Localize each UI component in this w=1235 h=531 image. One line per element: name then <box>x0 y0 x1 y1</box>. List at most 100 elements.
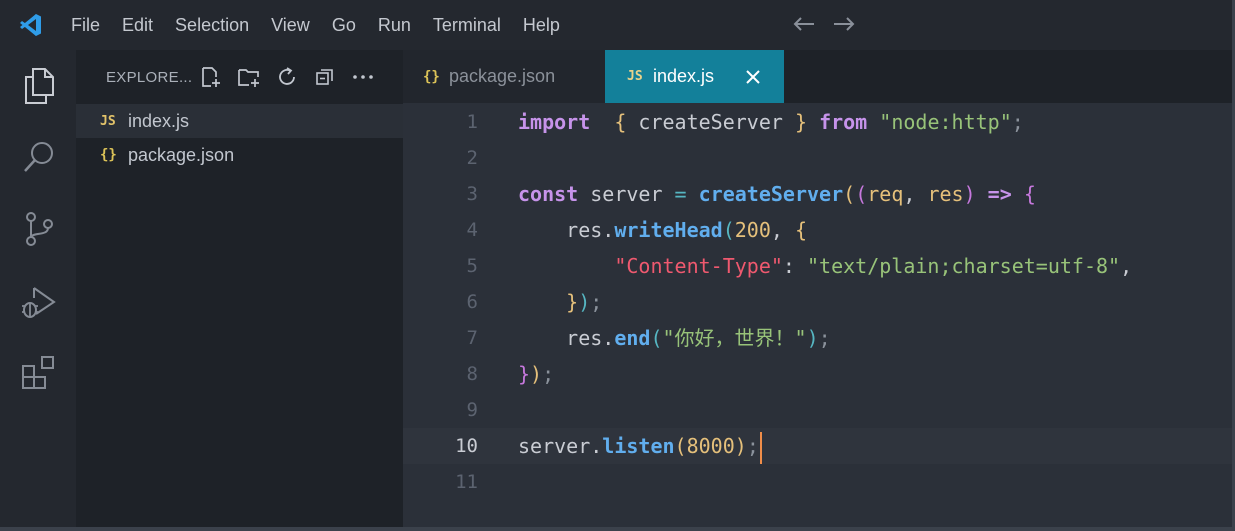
code-token: "你好，世界！" <box>662 326 807 350</box>
code-token: ) <box>963 182 976 206</box>
menu-item-help[interactable]: Help <box>512 0 571 50</box>
code-token: createServer <box>698 182 844 206</box>
code-token: const <box>518 182 579 206</box>
new-file-icon[interactable] <box>198 64 224 90</box>
code-text: }); <box>518 284 602 320</box>
text-cursor <box>759 431 762 464</box>
code-line[interactable]: 1 import { createServer } from "node:http… <box>403 104 1232 140</box>
line-number: 11 <box>455 471 478 493</box>
code-line[interactable]: 3 const server = createServer((req, res) … <box>403 176 1232 212</box>
explorer-files-icon[interactable] <box>18 65 60 107</box>
menu-item-run[interactable]: Run <box>367 0 422 50</box>
code-editor[interactable]: 1 import { createServer } from "node:http… <box>403 103 1232 527</box>
line-number: 8 <box>466 363 478 385</box>
new-folder-icon[interactable] <box>236 64 262 90</box>
editor-tabs: {} package.json JS index.js <box>403 50 1232 103</box>
code-token: 200 <box>734 218 771 242</box>
more-actions-icon[interactable] <box>350 64 376 90</box>
window-border-bottom <box>0 527 1235 531</box>
code-token: server <box>578 182 675 206</box>
code-line[interactable]: 10 server.listen(8000); <box>403 428 1232 464</box>
menu-item-terminal[interactable]: Terminal <box>422 0 512 50</box>
line-number: 10 <box>455 435 478 457</box>
refresh-icon[interactable] <box>274 64 300 90</box>
menu-item-go[interactable]: Go <box>321 0 367 50</box>
code-text: res.end("你好，世界！"); <box>518 320 831 356</box>
code-token: ( <box>855 182 868 206</box>
code-token: ; <box>1011 110 1024 134</box>
menu-item-selection[interactable]: Selection <box>164 0 260 50</box>
code-text: server.listen(8000); <box>518 428 762 464</box>
code-token: ) <box>734 434 747 458</box>
code-line[interactable]: 2 <box>403 140 1232 176</box>
code-token: createServer <box>626 110 795 134</box>
forward-arrow-icon[interactable] <box>832 12 856 36</box>
close-tab-icon[interactable] <box>742 66 764 88</box>
code-token: ( <box>843 182 856 206</box>
tab-index-js[interactable]: JS index.js <box>605 50 784 103</box>
line-number: 2 <box>466 147 478 169</box>
line-number: 1 <box>466 111 478 133</box>
menu-item-file[interactable]: File <box>60 0 111 50</box>
code-token: "Content-Type" <box>614 254 783 278</box>
code-token: 8000 <box>686 434 735 458</box>
code-token: writeHead <box>614 218 723 242</box>
back-arrow-icon[interactable] <box>792 12 816 36</box>
code-token: : <box>782 254 807 278</box>
code-token: , <box>1120 254 1133 278</box>
explorer-sidebar: EXPLORE... JS index.js {} package.json <box>76 50 403 527</box>
tab-label: package.json <box>449 66 556 86</box>
tab-label: index.js <box>653 66 715 86</box>
explorer-title: EXPLORE... <box>106 68 193 86</box>
code-token: ; <box>818 326 831 350</box>
file-name: index.js <box>128 110 190 131</box>
line-number: 6 <box>466 291 478 313</box>
code-text: import { createServer } from "node:http"… <box>518 104 1024 140</box>
code-token: listen <box>602 434 675 458</box>
vscode-logo-icon <box>0 0 60 50</box>
code-line[interactable]: 11 <box>403 464 1232 500</box>
menu-bar: File Edit Selection View Go Run Terminal Help <box>60 0 571 50</box>
json-file-icon: {} <box>423 68 440 85</box>
code-token: res. <box>518 326 615 350</box>
tab-package-json[interactable]: {} package.json <box>403 50 605 103</box>
menu-item-edit[interactable]: Edit <box>111 0 164 50</box>
code-line[interactable]: 9 <box>403 392 1232 428</box>
menu-item-view[interactable]: View <box>260 0 321 50</box>
explorer-header: EXPLORE... <box>76 50 403 104</box>
code-token: server. <box>518 434 603 458</box>
code-line[interactable]: 4 res.writeHead(200, { <box>403 212 1232 248</box>
file-item[interactable]: {} package.json <box>76 138 403 172</box>
code-line[interactable]: 7 res.end("你好，世界！"); <box>403 320 1232 356</box>
run-debug-icon[interactable] <box>18 280 60 322</box>
code-token: ) <box>806 326 819 350</box>
source-control-icon[interactable] <box>18 208 60 250</box>
javascript-file-icon: JS <box>100 113 116 129</box>
code-token: from <box>819 110 868 134</box>
line-number: 9 <box>466 399 478 421</box>
collapse-all-icon[interactable] <box>312 64 338 90</box>
javascript-file-icon: JS <box>627 69 643 84</box>
json-file-icon: {} <box>100 147 117 163</box>
code-token: "text/plain;charset=utf-8" <box>807 254 1121 278</box>
activity-bar <box>0 50 76 531</box>
search-icon[interactable] <box>18 136 60 178</box>
code-line[interactable]: 5 "Content-Type": "text/plain;charset=ut… <box>403 248 1232 284</box>
code-token: req <box>867 182 904 206</box>
code-token: ) <box>578 290 591 314</box>
code-text: res.writeHead(200, { <box>518 212 807 248</box>
code-line[interactable]: 6 }); <box>403 284 1232 320</box>
code-text: "Content-Type": "text/plain;charset=utf-… <box>518 248 1132 284</box>
extensions-icon[interactable] <box>18 352 60 394</box>
code-token: { <box>1023 182 1036 206</box>
code-line[interactable]: 8}); <box>403 356 1232 392</box>
code-token: ; <box>542 362 555 386</box>
line-number: 7 <box>466 327 478 349</box>
file-item[interactable]: JS index.js <box>76 104 403 138</box>
code-token: ( <box>674 434 687 458</box>
